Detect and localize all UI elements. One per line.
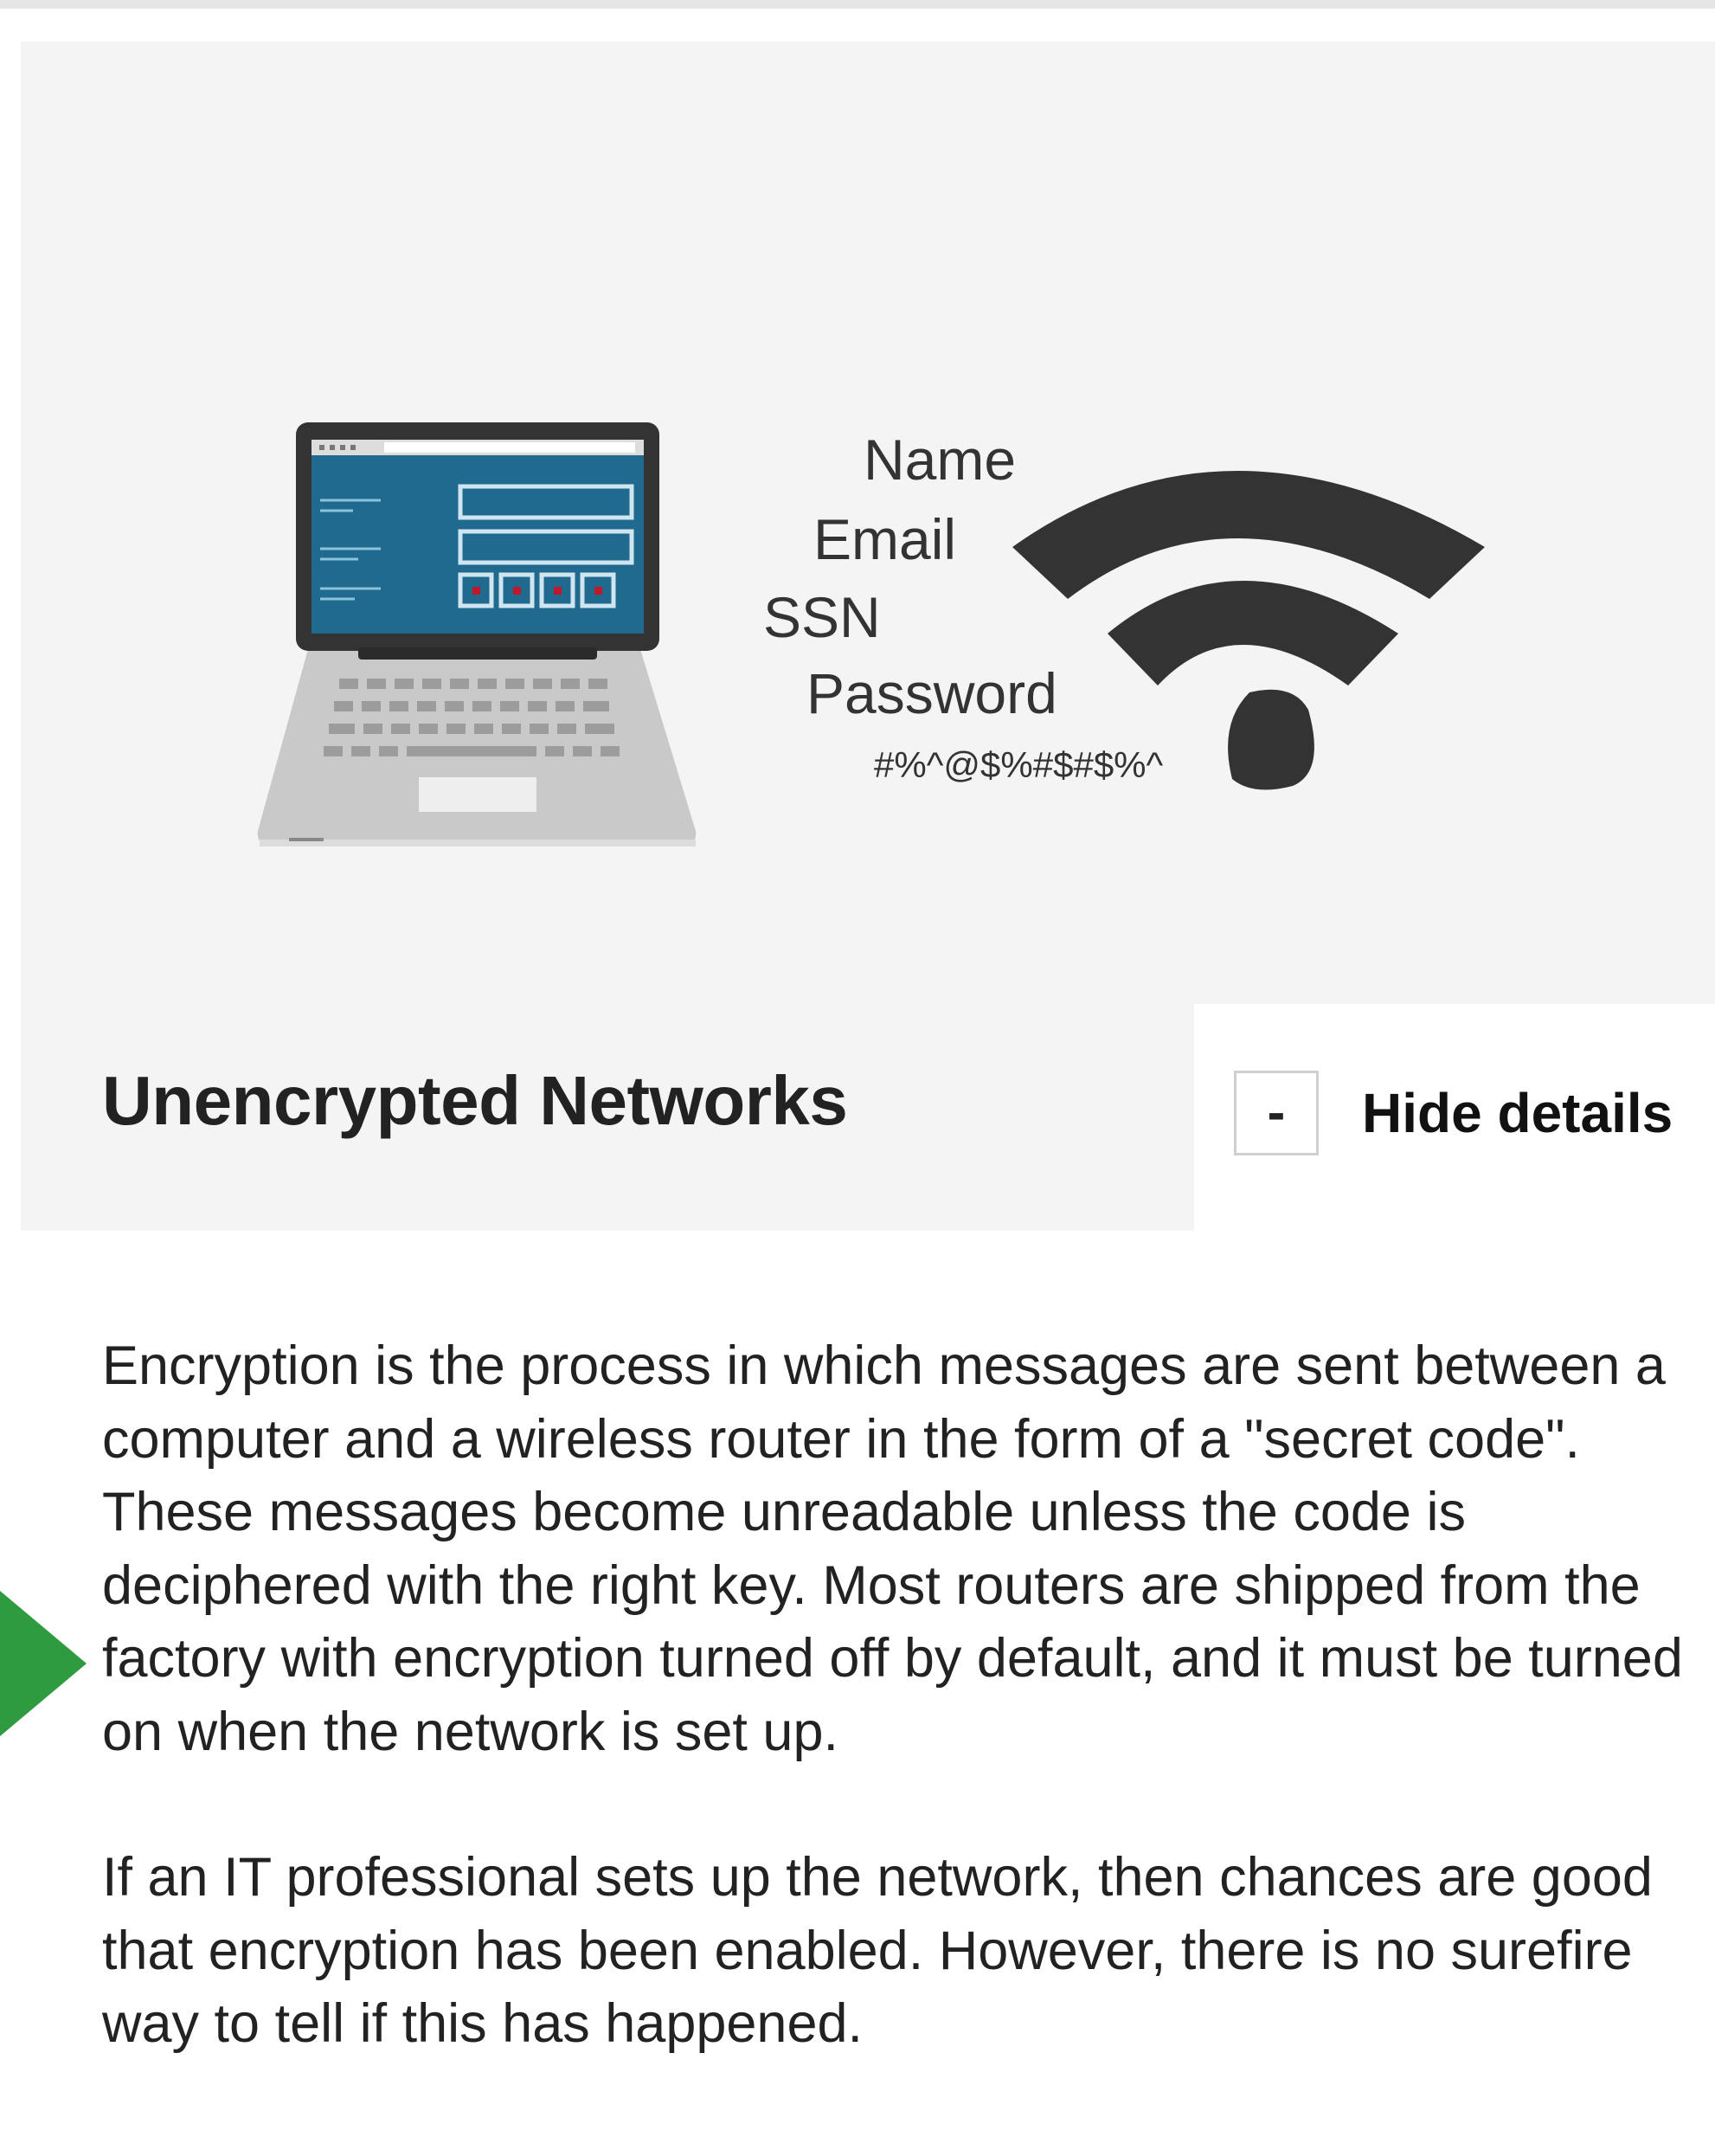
label-email: Email: [813, 507, 956, 571]
details-content: Encryption is the process in which messa…: [102, 1329, 1686, 2133]
collapse-button[interactable]: -: [1234, 1071, 1319, 1155]
top-border: [0, 0, 1715, 9]
illustration-card: Name Email SSN Password #%^@$%#$#$%^: [21, 42, 1715, 1004]
title-area: Unencrypted Networks: [21, 1004, 1194, 1231]
details-paragraph-2: If an IT professional sets up the networ…: [102, 1847, 1653, 2054]
label-password: Password: [806, 661, 1057, 725]
label-scrambled: #%^@$%#$#$%^: [874, 744, 1164, 785]
wifi-icon: [1012, 471, 1485, 790]
hide-details-label[interactable]: Hide details: [1362, 1081, 1673, 1145]
details-paragraph-1: Encryption is the process in which messa…: [102, 1335, 1683, 1762]
section-title: Unencrypted Networks: [102, 1062, 848, 1139]
pointer-arrow-icon: [0, 1591, 87, 1736]
label-ssn: SSN: [763, 585, 881, 649]
laptop-icon: [257, 422, 697, 846]
label-name: Name: [864, 428, 1016, 492]
hide-details-toggle[interactable]: - Hide details: [1234, 1068, 1673, 1158]
illustration: Name Email SSN Password #%^@$%#$#$%^: [257, 422, 1485, 846]
